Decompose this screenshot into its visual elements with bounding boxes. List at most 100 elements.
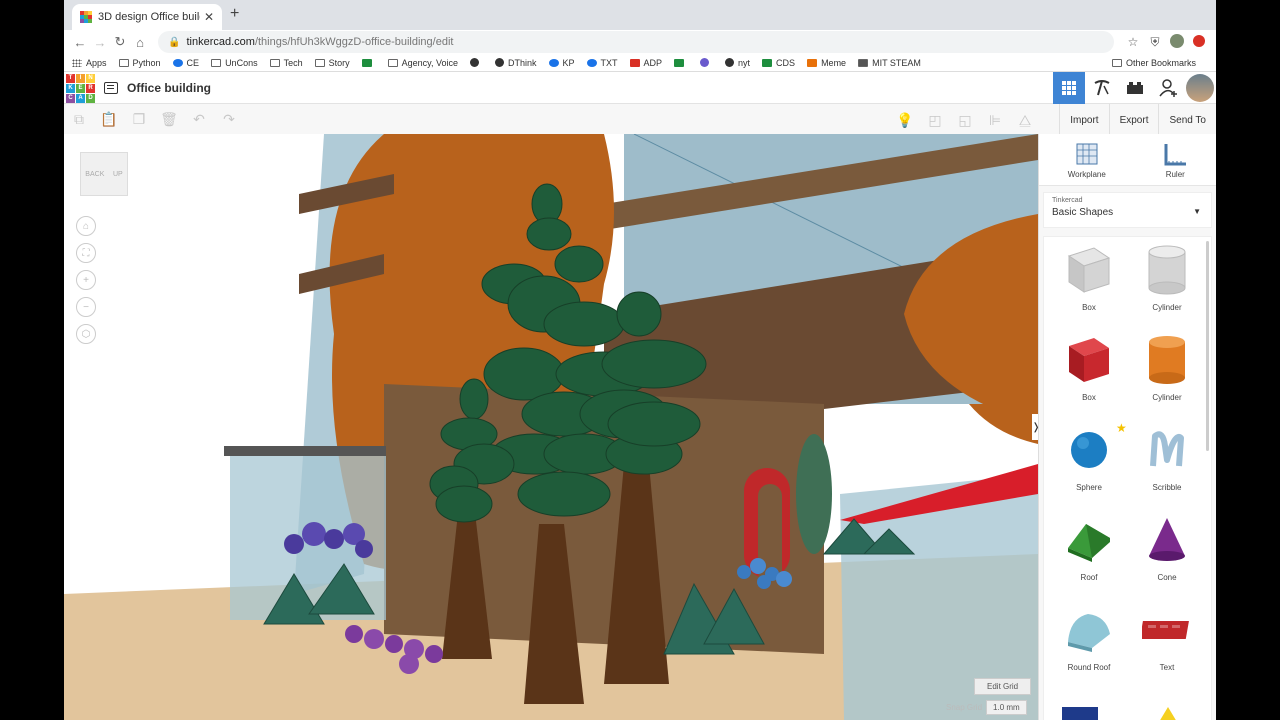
shape-box[interactable]: Box — [1052, 331, 1126, 417]
bookmark-story[interactable]: Story — [314, 58, 350, 68]
logo-letter: C — [66, 93, 75, 103]
bookmark-dthink[interactable]: DThink — [494, 58, 537, 68]
view-cube[interactable]: BACK UP — [80, 152, 128, 196]
home-view-icon[interactable]: ⌂ — [76, 216, 96, 236]
import-button[interactable]: Import — [1059, 104, 1108, 136]
tinkercad-logo[interactable]: TIN KER CAD — [66, 73, 95, 103]
design-list-icon[interactable] — [104, 81, 118, 94]
fit-view-icon[interactable]: ⛶ — [76, 243, 96, 263]
profile-avatar-icon[interactable] — [1166, 33, 1188, 51]
grid-icon — [1062, 81, 1076, 95]
shape-partial-pyramid[interactable] — [1156, 707, 1180, 720]
bookmark-circle[interactable] — [469, 58, 483, 67]
bookmark-ce[interactable]: CE — [172, 58, 199, 68]
bookmark-hex[interactable] — [700, 58, 713, 67]
ruler-button[interactable]: Ruler — [1163, 140, 1187, 179]
align-icon[interactable]: ⊫ — [980, 105, 1010, 135]
bricks-view-button[interactable] — [1119, 72, 1151, 104]
undo-icon[interactable]: ↶ — [184, 105, 214, 135]
mirror-icon[interactable]: ⧋ — [1010, 105, 1040, 135]
zoom-in-icon[interactable]: + — [76, 270, 96, 290]
delete-icon[interactable]: 🗑 — [154, 105, 184, 135]
notes-lightbulb-icon[interactable]: 💡 — [890, 105, 920, 135]
send-to-button[interactable]: Send To — [1158, 104, 1216, 136]
bookmark-mit-steam[interactable]: MIT STEAM — [858, 58, 921, 68]
other-bookmarks[interactable]: Other Bookmarks — [1111, 58, 1196, 68]
bookmarks-bar: Apps Python CE UnCons Tech Story Agency,… — [64, 54, 1216, 72]
paste-icon[interactable]: 📋 — [94, 105, 124, 135]
left-letterbox — [0, 0, 64, 720]
star-bookmark-icon[interactable]: ☆ — [1122, 35, 1144, 49]
tab-strip: 3D design Office building | Tin ✕ + — [64, 0, 1216, 30]
bookmark-apps[interactable]: Apps — [72, 58, 107, 68]
lock-icon: 🔒 — [168, 36, 181, 48]
zoom-out-icon[interactable]: − — [76, 297, 96, 317]
bookmark-x[interactable] — [674, 58, 688, 67]
cone-icon — [1149, 518, 1185, 561]
shape-scribble[interactable]: Scribble — [1130, 421, 1204, 507]
browser-tab[interactable]: 3D design Office building | Tin ✕ — [72, 4, 222, 30]
library-provider: Tinkercad — [1052, 197, 1083, 204]
home-icon[interactable]: ⌂ — [130, 35, 150, 50]
bookmark-agency-voice[interactable]: Agency, Voice — [387, 58, 458, 68]
3d-scene[interactable] — [64, 134, 1038, 720]
shape-cylinder-hole[interactable]: Cylinder — [1130, 241, 1204, 327]
tab-title: 3D design Office building | Tin — [98, 11, 200, 23]
shapes-scrollbar[interactable] — [1206, 241, 1209, 451]
folder-icon — [269, 58, 280, 67]
bookmark-cds[interactable]: CDS — [762, 58, 795, 68]
new-tab-button[interactable]: + — [230, 5, 239, 23]
bookmark-adp[interactable]: ADP — [629, 58, 662, 68]
bookmark-python[interactable]: Python — [118, 58, 161, 68]
export-button[interactable]: Export — [1108, 104, 1159, 136]
shape-box-hole[interactable]: Box — [1052, 241, 1126, 327]
redo-icon[interactable]: ↷ — [214, 105, 244, 135]
extension-red-icon[interactable] — [1188, 34, 1210, 50]
edit-grid-button[interactable]: Edit Grid — [974, 678, 1032, 695]
shape-roof[interactable]: Roof — [1052, 511, 1126, 597]
3d-workspace[interactable]: BACK UP ⌂ ⛶ + − ⬡ ❭ Edit Grid Snap Grid … — [64, 134, 1038, 720]
bookmark-uncons[interactable]: UnCons — [211, 58, 258, 68]
bookmark-sheets[interactable] — [361, 58, 376, 67]
logo-letter: T — [66, 73, 75, 83]
folder-icon — [387, 58, 398, 67]
shape-sphere[interactable]: ★ Sphere — [1052, 421, 1127, 507]
shape-cylinder[interactable]: Cylinder — [1130, 331, 1204, 417]
bookmark-txt[interactable]: TXT — [586, 58, 618, 68]
design-title[interactable]: Office building — [127, 81, 211, 95]
bookmark-tech[interactable]: Tech — [269, 58, 303, 68]
shape-cone[interactable]: Cone — [1130, 511, 1204, 597]
group-icon[interactable]: ◰ — [920, 105, 950, 135]
bookmark-nyt[interactable]: nyt — [725, 58, 750, 68]
user-avatar[interactable] — [1186, 74, 1214, 102]
invite-user-button[interactable] — [1152, 72, 1184, 104]
ruler-icon — [1164, 144, 1187, 166]
workplane-button[interactable]: Workplane — [1068, 140, 1106, 179]
extension-shield-icon[interactable]: ⛨ — [1144, 35, 1166, 50]
bookmark-meme[interactable]: Meme — [807, 58, 846, 68]
url-input[interactable]: 🔒 tinkercad.com/things/hfUh3kWggzD-offic… — [158, 31, 1114, 53]
forward-arrow-icon[interactable]: → — [90, 35, 110, 50]
snap-grid-select[interactable]: 1.0 mm — [986, 700, 1027, 715]
ungroup-icon[interactable]: ◱ — [950, 105, 980, 135]
url-host: tinkercad.com — [186, 36, 255, 48]
shape-partial-navy[interactable] — [1062, 707, 1098, 720]
blocks-view-button[interactable] — [1086, 72, 1118, 104]
back-arrow-icon[interactable]: ← — [70, 35, 90, 50]
perspective-icon[interactable]: ⬡ — [76, 324, 96, 344]
reload-icon[interactable]: ↻ — [110, 34, 130, 50]
logo-letter: N — [86, 73, 95, 83]
duplicate-icon[interactable]: ❐ — [124, 105, 154, 135]
shapes-grid: Box Cylinder Box Cylinder ★ Sphere Scrib… — [1043, 236, 1212, 720]
close-tab-icon[interactable]: ✕ — [204, 10, 214, 24]
bookmark-kp[interactable]: KP — [548, 58, 575, 68]
shape-library-select[interactable]: Tinkercad Basic Shapes ▼ — [1043, 192, 1212, 228]
viewcube-up-label: UP — [112, 170, 123, 178]
text-3d-icon — [1142, 621, 1189, 639]
shape-text[interactable]: Text — [1130, 601, 1204, 687]
copy-icon[interactable]: ⧉ — [64, 105, 94, 135]
3d-design-view-button[interactable] — [1053, 72, 1085, 104]
snap-grid: Snap Grid 1.0 mm — [946, 700, 1027, 715]
shape-round-roof[interactable]: Round Roof — [1052, 601, 1126, 687]
logo-letter: E — [76, 83, 85, 93]
